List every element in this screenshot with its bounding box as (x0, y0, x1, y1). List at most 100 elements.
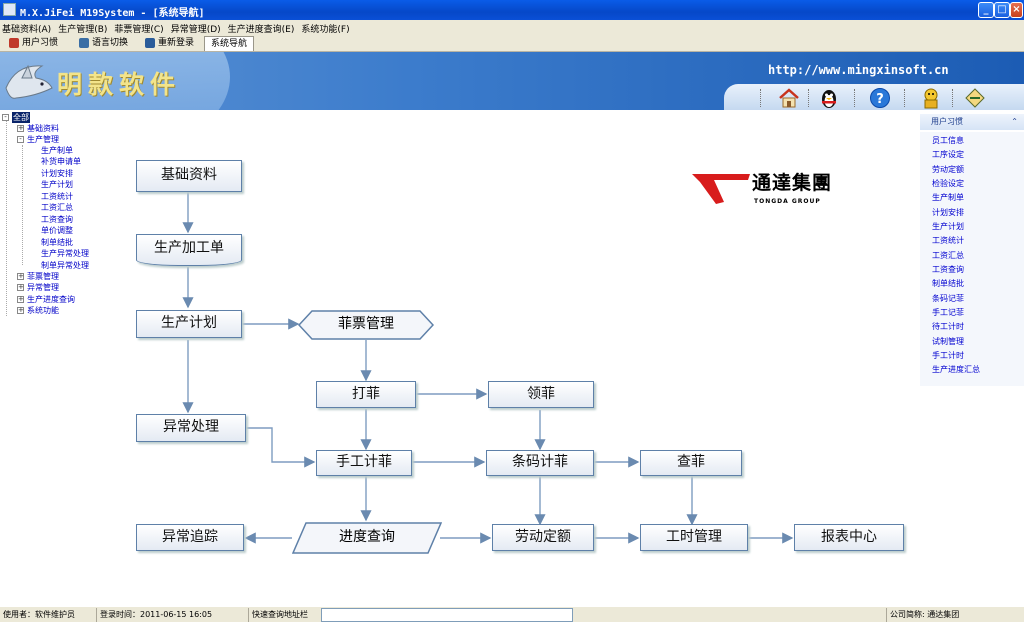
node-ticket-management: 菲票管理 (338, 316, 394, 332)
shortcut-item[interactable]: 工资统计 (932, 235, 964, 246)
relogin-icon (145, 38, 155, 48)
shortcut-item[interactable]: 生产计划 (932, 221, 964, 232)
tree-item[interactable]: 生产计划 (41, 179, 73, 190)
tree-group-production[interactable]: - 生产管理 (17, 134, 59, 145)
node-progress-query: 进度查询 (339, 529, 395, 545)
shortcut-item[interactable]: 条码记菲 (932, 293, 964, 304)
shortcut-item[interactable]: 检验设定 (932, 178, 964, 189)
node-exception-tracking[interactable]: 异常追踪 (136, 524, 244, 551)
shortcut-item[interactable]: 待工计时 (932, 321, 964, 332)
language-switch-label: 语言切换 (92, 38, 129, 48)
tab-system-navigation[interactable]: 系统导航 (204, 36, 255, 51)
tree-group-system[interactable]: + 系统功能 (17, 305, 59, 316)
relogin-label: 重新登录 (158, 38, 195, 48)
user-habit-panel: 用户习惯 ⌃ 员工信息 工序设定 劳动定额 检验设定 生产制单 计划安排 生产计… (920, 110, 1024, 606)
shortcut-item[interactable]: 手工计时 (932, 350, 964, 361)
tree-item[interactable]: 计划安排 (41, 168, 73, 179)
shortcut-item[interactable]: 试制管理 (932, 336, 964, 347)
node-check-ticket[interactable]: 查菲 (640, 450, 742, 476)
node-exception-handling[interactable]: 异常处理 (136, 414, 246, 442)
exit-icon[interactable] (964, 87, 986, 109)
close-button[interactable]: × (1010, 2, 1023, 18)
shortcut-item[interactable]: 劳动定额 (932, 164, 964, 175)
node-basic-data[interactable]: 基础资料 (136, 160, 242, 192)
qq-penguin-icon[interactable] (818, 87, 840, 109)
restore-button[interactable]: □ (994, 2, 1010, 18)
shortcut-item[interactable]: 生产制单 (932, 192, 964, 203)
tree-group-exception[interactable]: + 异常管理 (17, 282, 59, 293)
quick-query-input[interactable] (321, 608, 573, 622)
node-manual-count[interactable]: 手工计菲 (316, 450, 412, 476)
menu-system[interactable]: 系统功能(F) (299, 20, 354, 35)
shortcut-list: 员工信息 工序设定 劳动定额 检验设定 生产制单 计划安排 生产计划 工资统计 … (920, 132, 1024, 386)
website-url: http://www.mingxinsoft.cn (768, 63, 949, 77)
shortcut-item[interactable]: 员工信息 (932, 135, 964, 146)
tree-item[interactable]: 制单结批 (41, 237, 73, 248)
brand-title: 明款软件 (57, 70, 182, 99)
node-report-center[interactable]: 报表中心 (794, 524, 904, 551)
user-habit-button[interactable]: 用户习惯 (6, 36, 58, 51)
shortcut-item[interactable]: 工资汇总 (932, 250, 964, 261)
tree-group-ticket[interactable]: + 菲票管理 (17, 271, 59, 282)
minimize-button[interactable]: _ (978, 2, 994, 18)
node-print-ticket[interactable]: 打菲 (316, 381, 416, 408)
tree-item[interactable]: 生产制单 (41, 145, 73, 156)
tree-item[interactable]: 工资查询 (41, 214, 73, 225)
tree-item[interactable]: 补货申请单 (41, 156, 81, 167)
menu-ticket[interactable]: 菲票管理(C) (112, 20, 168, 35)
panel-header[interactable]: 用户习惯 ⌃ (920, 114, 1024, 130)
company-name: 通達集團 (752, 172, 833, 194)
shortcut-item[interactable]: 计划安排 (932, 207, 964, 218)
menu-progress-query[interactable]: 生产进度查询(E) (226, 20, 300, 35)
shortcut-item[interactable]: 工资查询 (932, 264, 964, 275)
relogin-button[interactable]: 重新登录 (142, 36, 194, 51)
collapse-chevron-icon[interactable]: ⌃ (1011, 114, 1018, 130)
shortcut-item[interactable]: 手工记菲 (932, 307, 964, 318)
tongda-logo-icon (692, 174, 750, 204)
tree-group-progress[interactable]: + 生产进度查询 (17, 294, 75, 305)
user-dog-icon[interactable] (920, 87, 942, 109)
tree-item[interactable]: 制单异常处理 (41, 260, 89, 271)
shark-logo-icon (5, 64, 53, 99)
status-quick-query-label: 快速查询地址栏 (248, 608, 308, 622)
banner-icon-bar: ? (724, 84, 1024, 110)
toolbar: 用户习惯 语言切换 重新登录 系统导航 (0, 35, 1024, 52)
shortcut-item[interactable]: 工序设定 (932, 149, 964, 160)
menu-basic-data[interactable]: 基础资料(A) (0, 20, 56, 35)
language-icon (79, 38, 89, 48)
separator (952, 89, 954, 107)
tree-item[interactable]: 单价调整 (41, 225, 73, 236)
tree-group-basic-data[interactable]: + 基础资料 (17, 123, 59, 134)
flowchart-canvas: 基础资料 生产加工单 生产计划 菲票管理 打菲 领菲 异常处理 手工计菲 条码计… (112, 110, 987, 606)
tree-root[interactable]: - 全部 (2, 112, 30, 123)
shortcut-item[interactable]: 生产进度汇总 (932, 364, 980, 375)
shortcut-item[interactable]: 制单结批 (932, 278, 964, 289)
tree-line (6, 120, 7, 316)
navigation-tree: - 全部 + 基础资料 - 生产管理 生产制单 补货申请单 计划安排 生产计划 工资统… (0, 110, 112, 606)
menu-exception[interactable]: 异常管理(D) (169, 20, 226, 35)
node-work-hours[interactable]: 工时管理 (640, 524, 748, 551)
separator (854, 89, 856, 107)
panel-title: 用户习惯 (931, 117, 963, 126)
tree-item[interactable]: 生产异常处理 (41, 248, 89, 259)
title-bar: M.X.JiFei M19System - [系统导航] _ □ × (0, 0, 1024, 20)
tree-item[interactable]: 工资汇总 (41, 202, 73, 213)
separator (808, 89, 810, 107)
user-habit-label: 用户习惯 (22, 38, 59, 48)
language-switch-button[interactable]: 语言切换 (76, 36, 128, 51)
menu-bar: 基础资料(A) 生产管理(B) 菲票管理(C) 异常管理(D) 生产进度查询(E) 系统功… (0, 20, 1024, 35)
status-login-time: 登录时间：2011-06-15 16:05 (96, 608, 212, 622)
home-icon[interactable] (778, 87, 800, 109)
menu-production[interactable]: 生产管理(B) (56, 20, 112, 35)
svg-text:?: ? (876, 92, 884, 107)
node-barcode-count[interactable]: 条码计菲 (486, 450, 594, 476)
tree-line (22, 145, 23, 265)
node-receive-ticket[interactable]: 领菲 (488, 381, 594, 408)
node-production-plan[interactable]: 生产计划 (136, 310, 242, 338)
tree-item[interactable]: 工资统计 (41, 191, 73, 202)
help-icon[interactable]: ? (869, 87, 891, 109)
node-production-order[interactable]: 生产加工单 (136, 234, 242, 266)
node-labor-quota[interactable]: 劳动定额 (492, 524, 594, 551)
status-bar: 使用者：软件维护员 登录时间：2011-06-15 16:05 快速查询地址栏 … (0, 606, 1024, 622)
company-subtitle: TONGDA GROUP (754, 198, 821, 205)
